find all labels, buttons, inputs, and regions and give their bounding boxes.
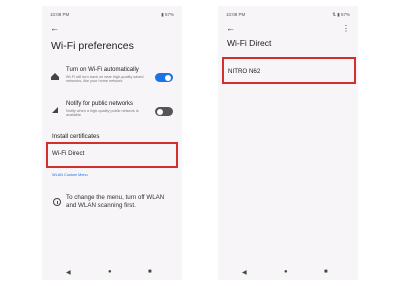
nav-back-icon[interactable]: ◀ [242,269,247,276]
nav-recents-icon[interactable]: ■ [324,269,328,275]
more-options-icon[interactable]: ⋮ [342,24,350,33]
section-header: WLAN Custom Menu [52,173,88,177]
info-message: To change the menu, turn off WLAN and WL… [66,194,165,209]
status-bar: 10:08 PM ⇅ ▮ 57% [226,12,350,20]
pref-notify-public-networks[interactable]: Notify for public networks Notify when a… [42,98,182,122]
wifi-direct-screen: 10:08 PM ⇅ ▮ 57% ← ⋮ Wi-Fi Direct NITRO … [218,6,358,280]
install-certificates-item[interactable]: Install certificates [52,133,99,140]
pref-description: Wi-Fi will turn back on near high-qualit… [66,75,144,84]
pref-description: Notify when a high-quality public networ… [66,109,139,118]
status-time: 10:08 PM [226,12,246,17]
device-highlight-box [222,57,356,84]
pref-turn-on-wifi-automatically[interactable]: Turn on Wi-Fi automatically Wi-Fi will t… [42,64,182,88]
back-arrow-icon[interactable]: ← [226,24,235,33]
wifi-notify-icon [52,107,58,113]
info-icon [53,198,61,206]
status-bar: 10:08 PM ▮ 57% [50,12,174,20]
page-title: Wi-Fi preferences [51,40,134,52]
wifi-preferences-screen: 10:08 PM ▮ 57% ← Wi-Fi preferences Turn … [42,6,182,280]
notify-public-toggle[interactable] [155,107,173,116]
status-time: 10:08 PM [50,12,70,17]
nav-back-icon[interactable]: ◀ [66,269,71,276]
navigation-bar: ◀ ● ■ [42,268,182,280]
nav-home-icon[interactable]: ● [284,269,288,275]
pref-title: Notify for public networks [66,101,134,107]
page-title: Wi-Fi Direct [227,38,272,48]
nav-recents-icon[interactable]: ■ [148,269,152,275]
battery-indicator: ⇅ ▮ 57% [332,12,350,17]
back-arrow-icon[interactable]: ← [50,24,59,33]
navigation-bar: ◀ ● ■ [218,268,358,280]
nav-home-icon[interactable]: ● [108,269,112,275]
battery-indicator: ▮ 57% [161,12,174,17]
pref-title: Turn on Wi-Fi automatically [66,67,139,73]
wifi-direct-highlight-box [46,142,178,168]
wifi-auto-icon [51,73,59,80]
wifi-auto-toggle[interactable] [155,73,173,82]
